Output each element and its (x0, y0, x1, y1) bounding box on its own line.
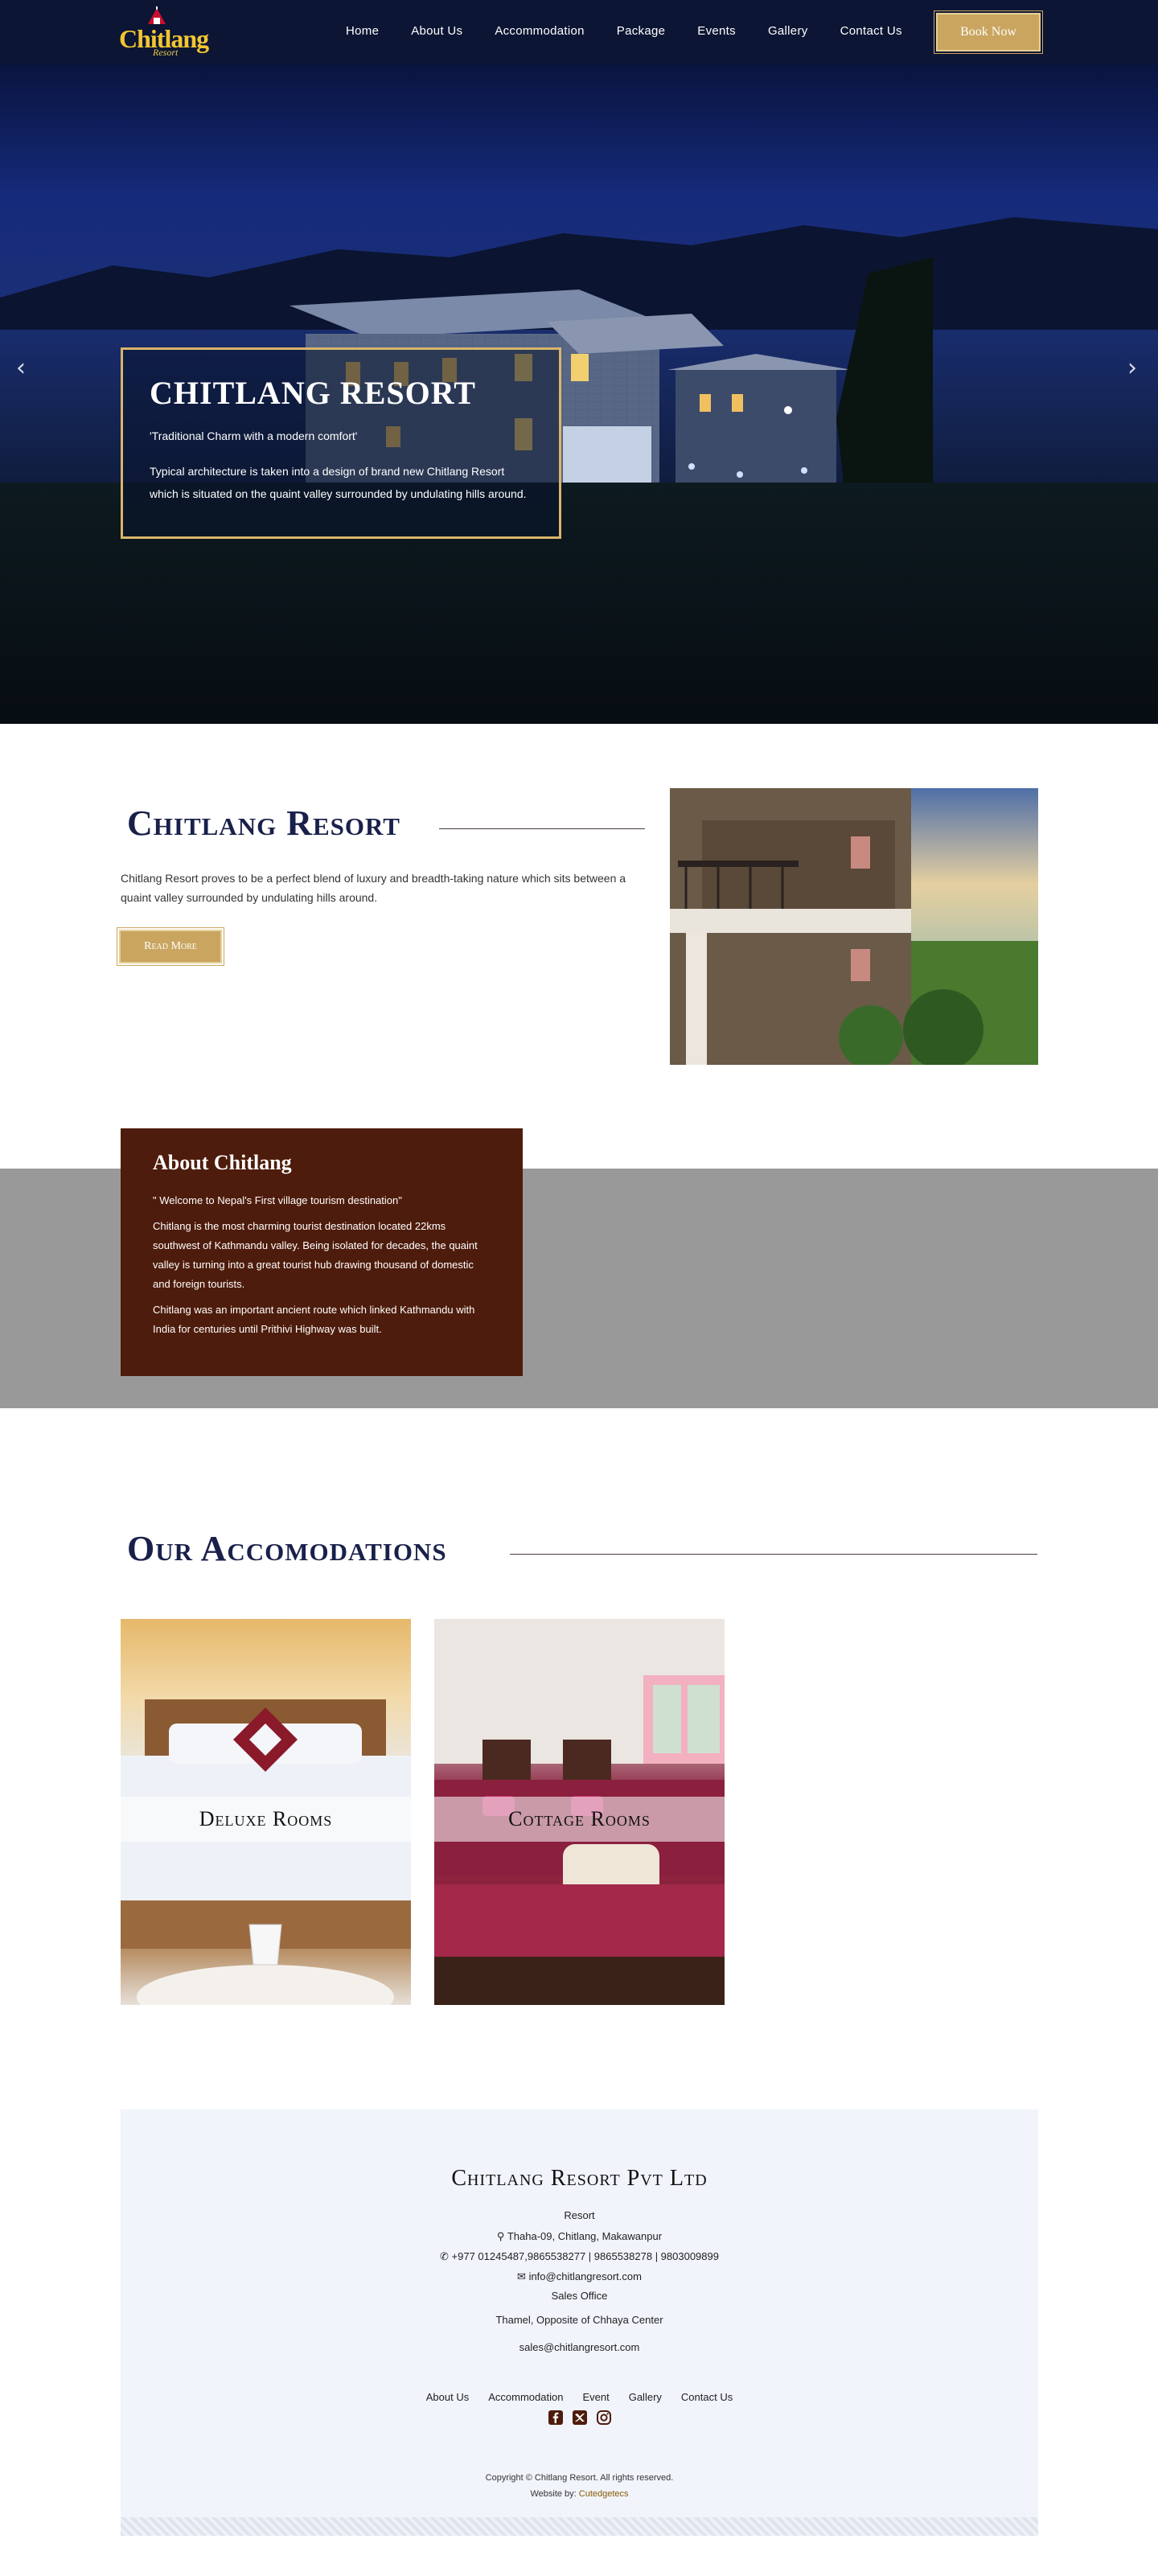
footer-email-text: info@chitlangresort.com (528, 2270, 642, 2282)
accommodations-title-divider (510, 1554, 1037, 1555)
facebook-icon[interactable] (548, 2410, 564, 2426)
slider-next-arrow[interactable]: › (1127, 354, 1137, 382)
hero-slider: ‹ › CHITLANG RESORT 'Traditional Charm w… (0, 64, 1158, 724)
room-card-deluxe[interactable]: Deluxe Rooms (121, 1619, 411, 2005)
hero-title: CHITLANG RESORT (150, 375, 476, 411)
hero-quote: 'Traditional Charm with a modern comfort… (150, 429, 358, 442)
about-title: About Chitlang (153, 1151, 292, 1174)
intro-title: Chitlang Resort (127, 803, 400, 843)
nav-accommodation[interactable]: Accommodation (495, 23, 584, 39)
envelope-icon: ✉ (517, 2270, 529, 2282)
read-more-button[interactable]: Read More (117, 927, 224, 966)
intro-text: Chitlang Resort proves to be a perfect b… (121, 872, 626, 904)
footer-company-name: Chitlang Resort Pvt Ltd (451, 2166, 708, 2191)
hero-caption-box: CHITLANG RESORT 'Traditional Charm with … (121, 347, 561, 539)
footer-phone-text: +977 01245487,9865538277 | 9865538278 | … (451, 2250, 719, 2262)
footer-links: About Us Accommodation Event Gallery Con… (121, 2391, 1038, 2403)
nav-contact-us[interactable]: Contact Us (840, 23, 902, 39)
map-marker-icon: ⚲ (496, 2230, 507, 2242)
top-navbar: Chitlang Resort Home About Us Accommodat… (0, 0, 1158, 64)
footer-website-credit: Website by: Cutedgetecs (121, 2489, 1038, 2499)
footer-website-by-link[interactable]: Cutedgetecs (579, 2489, 629, 2499)
twitter-icon[interactable] (572, 2410, 588, 2426)
nav-gallery[interactable]: Gallery (768, 23, 808, 39)
footer-link-event[interactable]: Event (582, 2391, 609, 2403)
intro-title-divider (439, 828, 645, 829)
footer-social (121, 2410, 1038, 2426)
footer-link-gallery[interactable]: Gallery (629, 2391, 662, 2403)
footer: Chitlang Resort Pvt Ltd Resort ⚲ Thaha-0… (121, 2110, 1038, 2536)
footer-link-about-us[interactable]: About Us (426, 2391, 469, 2403)
footer-sales-heading: Sales Office (551, 2290, 608, 2302)
footer-link-accommodation[interactable]: Accommodation (488, 2391, 563, 2403)
main-menu: Home About Us Accommodation Package Even… (346, 23, 934, 39)
resort-exterior-image (670, 788, 1038, 1065)
about-card: About Chitlang " Welcome to Nepal's Firs… (121, 1128, 523, 1376)
about-quote: " Welcome to Nepal's First village touri… (153, 1194, 402, 1206)
footer-pattern-strip (121, 2517, 1038, 2536)
about-paragraph-2: Chitlang was an important ancient route … (153, 1304, 475, 1335)
footer-sales-address: Thamel, Opposite of Chhaya Center (495, 2314, 663, 2326)
nav-home[interactable]: Home (346, 23, 379, 39)
footer-resort-heading: Resort (564, 2209, 595, 2221)
footer-email[interactable]: ✉ info@chitlangresort.com (121, 2270, 1038, 2283)
phone-icon: ✆ (440, 2250, 452, 2262)
logo[interactable]: Chitlang Resort (119, 5, 209, 61)
footer-phone: ✆ +977 01245487,9865538277 | 9865538278 … (121, 2250, 1038, 2263)
logo-subtext: Resort (153, 47, 179, 58)
footer-copyright: Copyright © Chitlang Resort. All rights … (485, 2473, 674, 2483)
room-label-deluxe: Deluxe Rooms (121, 1797, 411, 1842)
hero-description: Typical architecture is taken into a des… (150, 465, 527, 500)
nav-about-us[interactable]: About Us (411, 23, 462, 39)
footer-address-text: Thaha-09, Chitlang, Makawanpur (507, 2230, 663, 2242)
footer-website-prefix: Website by: (530, 2489, 579, 2499)
accommodations-title: Our Accomodations (127, 1529, 447, 1568)
about-paragraph-1: Chitlang is the most charming tourist de… (153, 1220, 478, 1290)
footer-link-contact-us[interactable]: Contact Us (681, 2391, 733, 2403)
footer-address: ⚲ Thaha-09, Chitlang, Makawanpur (121, 2230, 1038, 2243)
footer-sales-email[interactable]: sales@chitlangresort.com (121, 2341, 1038, 2353)
slider-prev-arrow[interactable]: ‹ (16, 354, 26, 382)
nav-package[interactable]: Package (617, 23, 665, 39)
nav-events[interactable]: Events (697, 23, 736, 39)
room-label-cottage: Cottage Rooms (434, 1797, 725, 1842)
resort-exterior-illustration (670, 788, 1038, 1065)
book-now-button[interactable]: Book Now (934, 10, 1043, 54)
instagram-icon[interactable] (596, 2410, 612, 2426)
room-card-cottage[interactable]: Cottage Rooms (434, 1619, 725, 2005)
